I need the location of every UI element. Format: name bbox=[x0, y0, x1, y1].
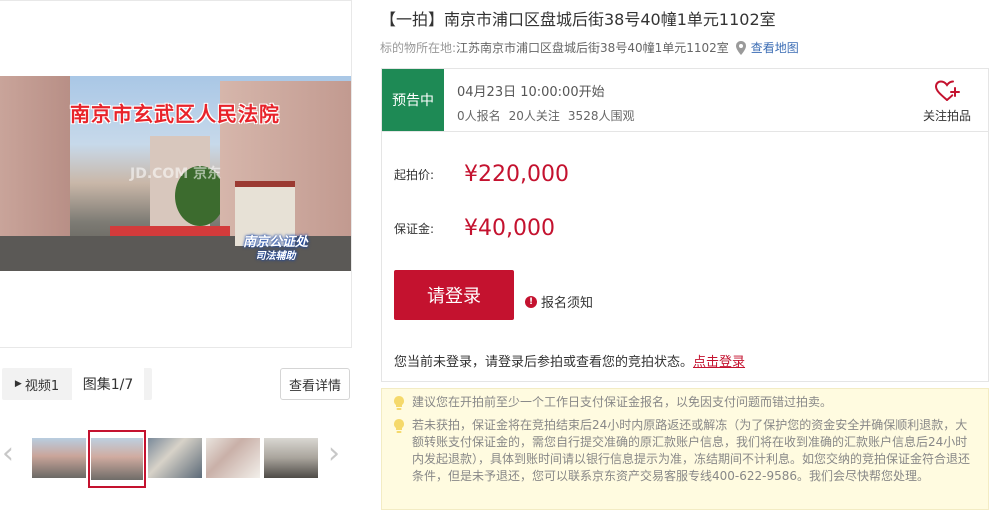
gate-barrier bbox=[110, 226, 230, 236]
start-time: 04月23日 10:00:00开始 bbox=[457, 85, 605, 100]
thumbnail[interactable] bbox=[206, 438, 260, 478]
follow-lot-label: 关注拍品 bbox=[922, 109, 971, 123]
tips-box: 建议您在开拍前至少一个工作日支付保证金报名，以免因支付问题而错过拍卖。 若未获拍… bbox=[381, 388, 989, 510]
price-panel: 起拍价: ¥220,000 保证金: ¥40,000 请登录 ! 报名须知 您当… bbox=[381, 132, 989, 382]
tip-item: 若未获拍，保证金将在竞拍结束后24小时内原路返还或解冻（为了保护您的资金安全并确… bbox=[392, 417, 977, 485]
notary-sub-label: 司法辅助 bbox=[255, 251, 296, 262]
deposit-label: 保证金: bbox=[394, 222, 435, 236]
deposit-value: ¥40,000 bbox=[464, 216, 555, 241]
auction-counts: 0人报名 20人关注 3528人围观 bbox=[457, 107, 634, 124]
tab-album-label: 图集1/7 bbox=[82, 377, 134, 393]
map-pin-icon bbox=[735, 40, 746, 55]
status-badge: 预告中 bbox=[382, 69, 444, 131]
thumbnail[interactable] bbox=[148, 438, 202, 478]
start-price-row: 起拍价: ¥220,000 bbox=[394, 162, 569, 187]
viewers-count: 3528人围观 bbox=[567, 109, 635, 123]
property-photo[interactable]: 南京市玄武区人民法院 JD.COM 京东 南京公证处 司法辅助 bbox=[0, 76, 351, 271]
lightbulb-icon bbox=[394, 419, 404, 433]
heart-plus-icon bbox=[934, 80, 960, 101]
login-button[interactable]: 请登录 bbox=[394, 270, 514, 320]
thumbnail-strip: ‹ › bbox=[0, 428, 352, 490]
play-icon: ▶ bbox=[14, 379, 22, 389]
main-image-frame: 南京市玄武区人民法院 JD.COM 京东 南京公证处 司法辅助 bbox=[0, 0, 352, 348]
media-tabs: ▶ 视频1 图集1/7 bbox=[2, 368, 152, 400]
location-label: 标的物所在地: bbox=[380, 41, 457, 55]
chevron-right-icon[interactable]: › bbox=[328, 436, 340, 471]
location-value: 江苏南京市浦口区盘城后街38号40幢1单元1102室 bbox=[456, 41, 729, 55]
tip-item: 建议您在开拍前至少一个工作日支付保证金报名，以免因支付问题而错过拍卖。 bbox=[392, 394, 977, 411]
alert-icon: ! bbox=[525, 295, 537, 308]
start-price-label: 起拍价: bbox=[394, 168, 435, 182]
registration-notice-label: 报名须知 bbox=[541, 296, 594, 311]
photo-court-caption: 南京市玄武区人民法院 bbox=[70, 102, 280, 126]
view-map-link[interactable]: 查看地图 bbox=[751, 39, 799, 56]
tab-album[interactable]: 图集1/7 bbox=[72, 368, 144, 400]
lightbulb-icon bbox=[394, 396, 404, 410]
login-hint-text: 您当前未登录，请登录后参拍或查看您的竞拍状态。 bbox=[394, 355, 694, 370]
thumbnail[interactable] bbox=[264, 438, 318, 478]
tip-text: 建议您在开拍前至少一个工作日支付保证金报名，以免因支付问题而错过拍卖。 bbox=[412, 395, 833, 409]
tip-text: 若未获拍，保证金将在竞拍结束后24小时内原路返还或解冻（为了保护您的资金安全并确… bbox=[412, 418, 971, 483]
auction-status-bar: 预告中 04月23日 10:00:00开始 0人报名 20人关注 3528人围观… bbox=[381, 68, 989, 132]
registered-count: 0人报名 bbox=[457, 109, 501, 123]
deposit-row: 保证金: ¥40,000 bbox=[394, 216, 555, 241]
view-details-button[interactable]: 查看详情 bbox=[280, 368, 350, 400]
tab-video[interactable]: ▶ 视频1 bbox=[2, 368, 72, 400]
login-hint: 您当前未登录，请登录后参拍或查看您的竞拍状态。点击登录 bbox=[394, 351, 745, 370]
chevron-left-icon[interactable]: ‹ bbox=[2, 436, 14, 471]
click-login-link[interactable]: 点击登录 bbox=[693, 355, 745, 370]
thumbnail-selected[interactable] bbox=[88, 430, 146, 488]
lot-title: 【一拍】南京市浦口区盘城后街38号40幢1单元1102室 bbox=[380, 10, 776, 29]
photo-watermark: JD.COM 京东 bbox=[130, 166, 222, 182]
followers-count: 20人关注 bbox=[508, 109, 560, 123]
follow-lot-button[interactable]: 关注拍品 bbox=[912, 79, 982, 124]
start-price-value: ¥220,000 bbox=[464, 162, 569, 187]
notary-label: 南京公证处 bbox=[243, 235, 309, 250]
thumbnail[interactable] bbox=[32, 438, 86, 478]
registration-notice-link[interactable]: ! 报名须知 bbox=[525, 292, 593, 311]
lot-location: 标的物所在地: 江苏南京市浦口区盘城后街38号40幢1单元1102室 查看地图 bbox=[380, 39, 799, 56]
tab-video-label: 视频1 bbox=[24, 378, 60, 394]
notary-stamp: 南京公证处 司法辅助 bbox=[243, 236, 308, 264]
